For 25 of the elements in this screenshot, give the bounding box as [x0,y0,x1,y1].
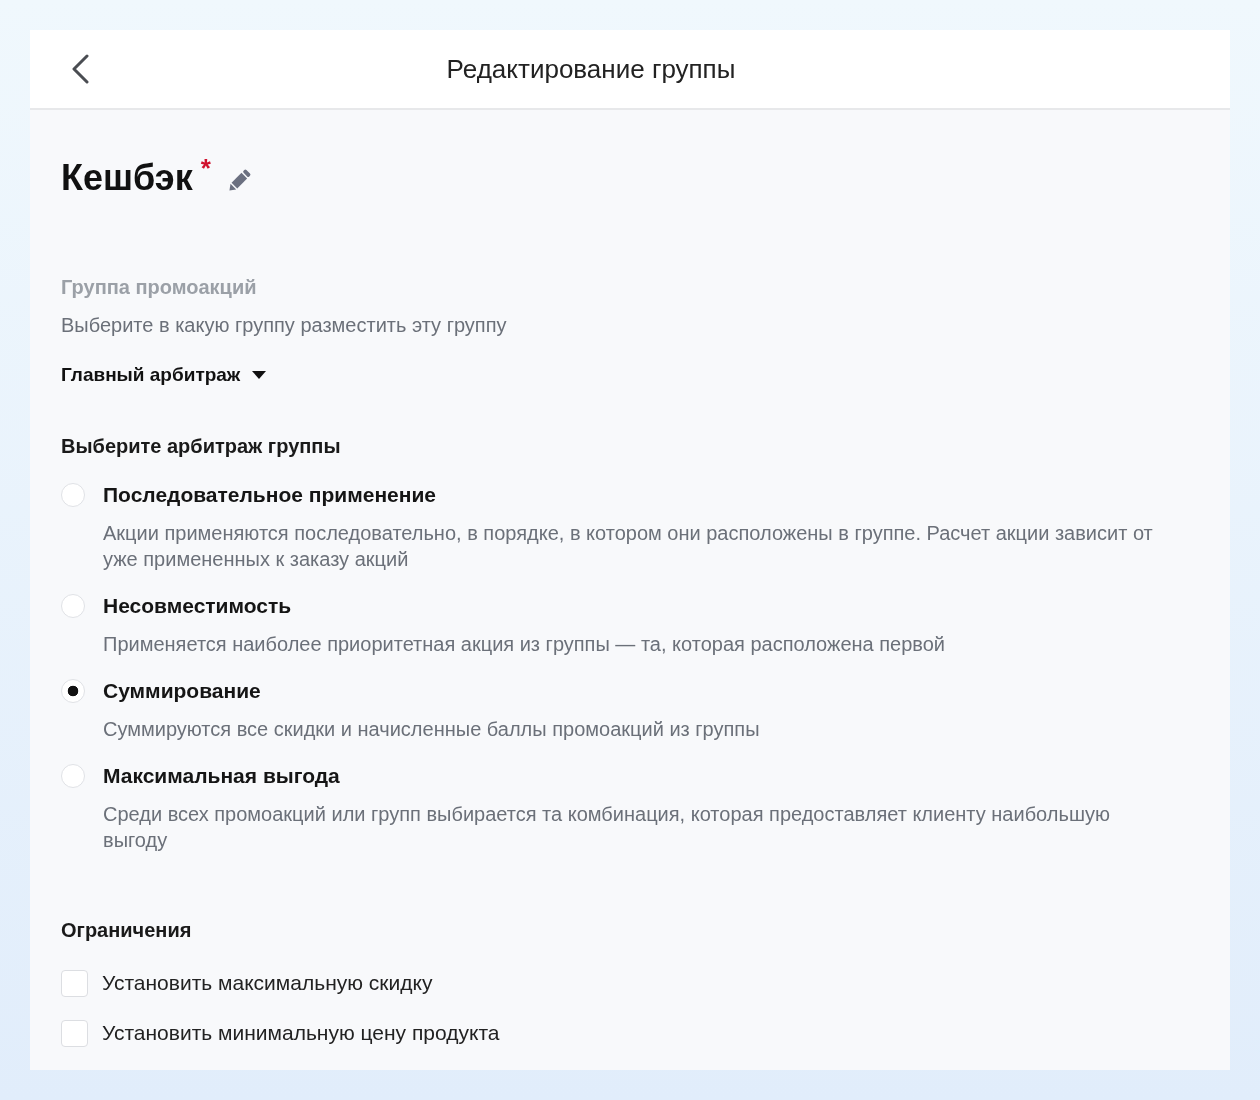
checkbox-label[interactable]: Установить максимальную скидку [102,969,433,997]
page-title: Редактирование группы [445,52,737,86]
option-label[interactable]: Последовательное применение [103,481,437,509]
field-label: Группа промоакций [61,275,258,300]
option-description: Среди всех промоакций или групп выбирается та комбинация, которая предоставляет клиенту наибольшую выгоду [103,802,1111,853]
option-description: Суммируются все скидки и начисленные баллы промоакций из группы [103,717,761,742]
field-hint: Выберите в какую группу разместить эту группу [61,313,508,338]
radio-button[interactable] [61,483,85,507]
group-name: Кешбэк [61,156,193,200]
option-description: Акции применяются последовательно, в порядке, в котором они расположены в группе. Расчет акции зависит от уже примененных к заказу акций [103,521,1154,572]
required-mark: * [200,155,211,181]
radio-button[interactable] [61,679,85,703]
radio-button[interactable] [61,764,85,788]
checkbox-label[interactable]: Установить минимальную цену продукта [102,1019,500,1047]
radio-button[interactable] [61,594,85,618]
option-label[interactable]: Несовместимость [103,592,292,620]
group-dropdown[interactable]: Главный арбитраж [61,362,267,388]
section-title: Ограничения [61,918,193,943]
option-description: Применяется наиболее приоритетная акция из группы — та, которая расположена первой [103,632,946,657]
checkbox[interactable] [61,1019,88,1047]
option-label[interactable]: Максимальная выгода [103,762,340,790]
caret-down-icon [252,371,267,379]
section-title: Выберите арбитраж группы [61,434,342,459]
checkbox[interactable] [61,969,88,997]
option-label[interactable]: Суммирование [103,677,261,705]
